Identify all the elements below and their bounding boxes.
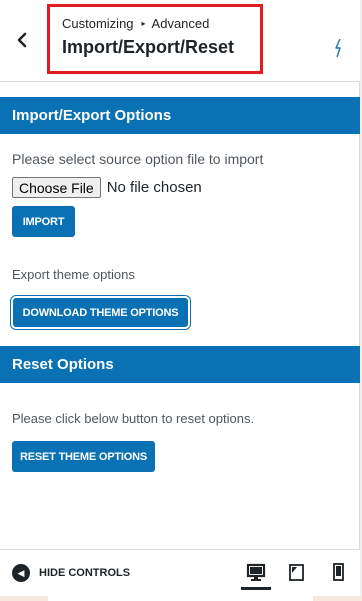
customizer-panel: Customizing ▸ Advanced Import/Export/Res… — [0, 0, 360, 601]
export-instruction: Export theme options — [12, 267, 135, 282]
reset-theme-options-button[interactable]: RESET THEME OPTIONS — [12, 441, 155, 472]
help-icon — [335, 38, 341, 58]
import-button[interactable]: IMPORT — [12, 206, 75, 237]
mobile-preview-button[interactable] — [324, 560, 354, 590]
page-title: Import/Export/Reset — [62, 37, 235, 57]
bottom-edge — [0, 596, 362, 601]
import-export-section-header: Import/Export Options — [0, 97, 360, 134]
chevron-left-icon — [17, 32, 27, 48]
reset-section-header: Reset Options — [0, 346, 360, 383]
choose-file-button[interactable]: Choose File — [12, 177, 101, 198]
breadcrumb-current: Advanced — [151, 16, 210, 31]
file-picker: Choose File No file chosen — [12, 177, 202, 198]
highlighted-title-box: Customizing ▸ Advanced Import/Export/Res… — [47, 4, 263, 74]
reset-instruction: Please click below button to reset optio… — [12, 411, 255, 426]
breadcrumb-parent: Customizing — [62, 16, 134, 31]
file-status: No file chosen — [106, 179, 202, 196]
desktop-icon — [246, 563, 266, 581]
bottom-edge-gap — [48, 596, 313, 601]
hide-controls-label: HIDE CONTROLS — [39, 567, 131, 579]
collapse-icon: ◀ — [12, 564, 30, 582]
breadcrumb-separator: ▸ — [141, 19, 146, 28]
customizer-header: Customizing ▸ Advanced Import/Export/Res… — [0, 0, 360, 82]
breadcrumb: Customizing ▸ Advanced — [62, 16, 260, 31]
tablet-icon — [289, 564, 304, 581]
back-button[interactable] — [0, 0, 44, 80]
desktop-preview-button[interactable] — [241, 560, 271, 590]
help-button[interactable] — [329, 38, 349, 58]
mobile-icon — [333, 563, 344, 581]
tablet-preview-button[interactable] — [282, 560, 312, 590]
download-theme-options-button[interactable]: DOWNLOAD THEME OPTIONS — [13, 298, 188, 327]
customizer-footer: ◀ HIDE CONTROLS — [0, 549, 360, 596]
import-instruction: Please select source option file to impo… — [12, 151, 264, 167]
hide-controls-button[interactable]: ◀ HIDE CONTROLS — [12, 564, 130, 582]
